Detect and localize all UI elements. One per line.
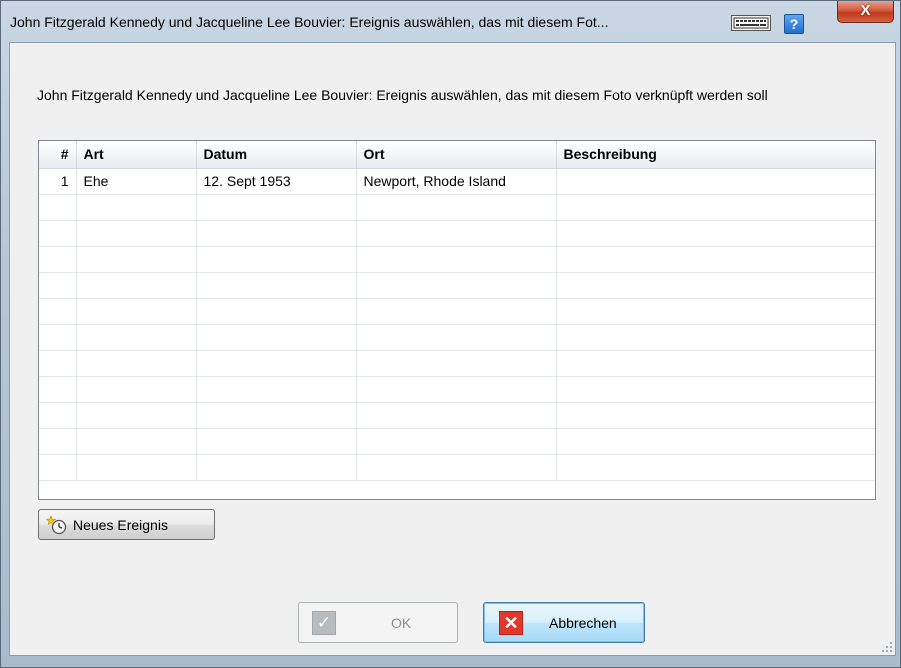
empty-row bbox=[39, 246, 875, 273]
close-icon: X bbox=[860, 2, 871, 19]
dialog-window: John Fitzgerald Kennedy und Jacqueline L… bbox=[0, 0, 901, 668]
empty-row bbox=[39, 194, 875, 221]
window-title: John Fitzgerald Kennedy und Jacqueline L… bbox=[10, 14, 609, 30]
empty-row bbox=[39, 220, 875, 247]
resize-grip[interactable] bbox=[881, 641, 893, 653]
cancel-button[interactable]: ✕ Abbrechen bbox=[483, 602, 645, 643]
keyboard-icon[interactable] bbox=[731, 15, 771, 31]
empty-row bbox=[39, 324, 875, 351]
cell-datum: 12. Sept 1953 bbox=[196, 168, 357, 195]
column-header-number[interactable]: # bbox=[39, 141, 77, 169]
new-event-label: Neues Ereignis bbox=[73, 517, 168, 533]
cell-number: 1 bbox=[39, 168, 77, 195]
event-table[interactable]: # Art Datum Ort Beschreibung 1 Ehe 12. S… bbox=[38, 140, 876, 500]
new-event-icon bbox=[45, 515, 68, 535]
column-header-ort[interactable]: Ort bbox=[356, 141, 557, 169]
checkmark-icon: ✓ bbox=[312, 611, 336, 635]
empty-row bbox=[39, 376, 875, 403]
new-event-button[interactable]: Neues Ereignis bbox=[38, 509, 215, 540]
column-header-art[interactable]: Art bbox=[76, 141, 197, 169]
x-icon: ✕ bbox=[499, 611, 523, 635]
cell-ort: Newport, Rhode Island bbox=[356, 168, 557, 195]
dialog-client-area: John Fitzgerald Kennedy und Jacqueline L… bbox=[9, 42, 896, 656]
table-header-row: # Art Datum Ort Beschreibung bbox=[39, 141, 875, 169]
column-header-datum[interactable]: Datum bbox=[196, 141, 357, 169]
column-header-beschreibung[interactable]: Beschreibung bbox=[556, 141, 875, 169]
empty-row bbox=[39, 428, 875, 455]
cell-beschreibung bbox=[556, 168, 875, 195]
table-row[interactable]: 1 Ehe 12. Sept 1953 Newport, Rhode Islan… bbox=[39, 168, 875, 195]
empty-row bbox=[39, 454, 875, 481]
ok-button[interactable]: ✓ OK bbox=[298, 602, 458, 643]
help-icon[interactable]: ? bbox=[784, 14, 804, 34]
title-bar[interactable]: John Fitzgerald Kennedy und Jacqueline L… bbox=[1, 1, 900, 43]
close-button[interactable]: X bbox=[837, 1, 894, 23]
instruction-text: John Fitzgerald Kennedy und Jacqueline L… bbox=[37, 87, 768, 103]
ok-label: OK bbox=[391, 615, 412, 631]
empty-row bbox=[39, 402, 875, 429]
empty-row bbox=[39, 298, 875, 325]
cancel-label: Abbrechen bbox=[549, 615, 617, 631]
empty-row bbox=[39, 272, 875, 299]
cell-art: Ehe bbox=[76, 168, 197, 195]
empty-row bbox=[39, 350, 875, 377]
